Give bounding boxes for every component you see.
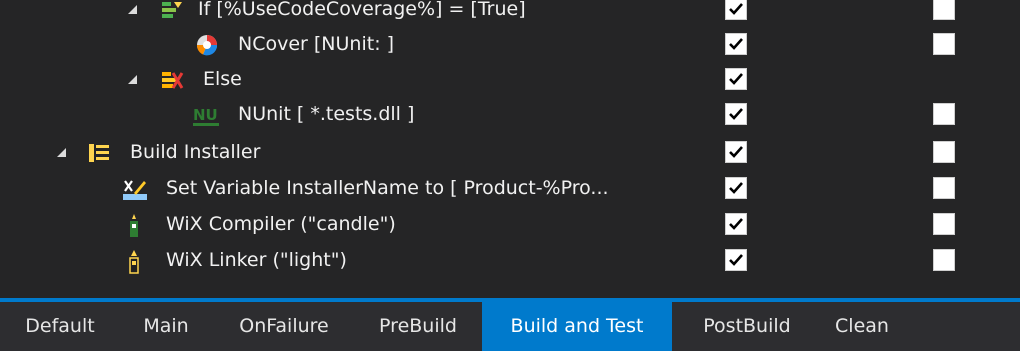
- secondary-checkbox[interactable]: [933, 249, 955, 271]
- wix-light-icon: [124, 249, 148, 274]
- tree-row-label: Build Installer: [130, 141, 261, 163]
- tree-row-set-variable[interactable]: Set Variable InstallerName to [ Product-…: [0, 171, 1020, 207]
- tab-prebuild[interactable]: PreBuild: [360, 302, 476, 351]
- tree-row-label: Else: [203, 68, 242, 90]
- enabled-checkbox[interactable]: [725, 213, 747, 235]
- tree-row-build-installer[interactable]: Build Installer: [0, 135, 1020, 171]
- enabled-checkbox[interactable]: [725, 68, 747, 90]
- tree-row-wix-linker[interactable]: WiX Linker ("light"): [0, 243, 1020, 279]
- tree-row-wix-compiler[interactable]: WiX Compiler ("candle"): [0, 207, 1020, 243]
- expand-arrow-icon[interactable]: [128, 5, 137, 14]
- nunit-icon: NU: [193, 103, 219, 127]
- svg-text:NU: NU: [193, 106, 218, 124]
- tab-postbuild[interactable]: PostBuild: [682, 302, 812, 351]
- tree-row-label: WiX Compiler ("candle"): [166, 213, 396, 235]
- enabled-checkbox[interactable]: [725, 141, 747, 163]
- expand-arrow-icon[interactable]: [128, 75, 137, 84]
- tree-row-else[interactable]: Else: [0, 62, 1020, 98]
- enabled-checkbox[interactable]: [725, 249, 747, 271]
- set-variable-icon: [122, 177, 147, 201]
- tree-row-label: WiX Linker ("light"): [166, 249, 347, 271]
- secondary-checkbox[interactable]: [933, 33, 955, 55]
- enabled-checkbox[interactable]: [725, 177, 747, 199]
- ncover-icon: [195, 33, 219, 57]
- secondary-checkbox[interactable]: [933, 141, 955, 163]
- tab-default[interactable]: Default: [8, 302, 112, 351]
- enabled-checkbox[interactable]: [725, 0, 747, 20]
- if-condition-icon: [160, 0, 184, 22]
- expand-arrow-icon[interactable]: [57, 148, 66, 157]
- tree-row-if[interactable]: If [%UseCodeCoverage%] = [True]: [0, 0, 1020, 28]
- step-tab-bar: Default Main OnFailure PreBuild Build an…: [0, 298, 1020, 351]
- tab-onfailure[interactable]: OnFailure: [222, 302, 346, 351]
- tree-row-label: NUnit [ *.tests.dll ]: [238, 103, 415, 125]
- tree-row-nunit[interactable]: NU NUnit [ *.tests.dll ]: [0, 97, 1020, 133]
- tree-row-label: Set Variable InstallerName to [ Product-…: [166, 177, 609, 199]
- tab-clean[interactable]: Clean: [822, 302, 902, 351]
- tab-build-and-test[interactable]: Build and Test: [482, 302, 672, 351]
- tab-main[interactable]: Main: [126, 302, 206, 351]
- secondary-checkbox[interactable]: [933, 177, 955, 199]
- secondary-checkbox[interactable]: [933, 0, 955, 20]
- else-icon: [160, 68, 184, 92]
- enabled-checkbox[interactable]: [725, 33, 747, 55]
- wix-candle-icon: [124, 213, 148, 237]
- tree-row-label: NCover [NUnit: ]: [238, 33, 395, 55]
- tree-row-ncover[interactable]: NCover [NUnit: ]: [0, 27, 1020, 63]
- tree-row-label: If [%UseCodeCoverage%] = [True]: [198, 0, 526, 20]
- action-list: If [%UseCodeCoverage%] = [True] NCover […: [0, 0, 1020, 298]
- secondary-checkbox[interactable]: [933, 213, 955, 235]
- enabled-checkbox[interactable]: [725, 103, 747, 125]
- group-icon: [87, 141, 111, 165]
- secondary-checkbox[interactable]: [933, 103, 955, 125]
